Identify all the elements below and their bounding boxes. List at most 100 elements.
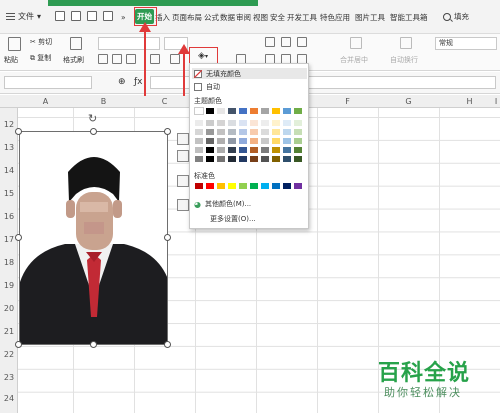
tab-smart-toolbox[interactable]: 智能工具箱 (390, 13, 428, 23)
align-middle-icon[interactable] (281, 37, 291, 47)
color-swatch[interactable] (250, 108, 258, 114)
resize-handle[interactable] (15, 341, 22, 348)
color-swatch[interactable] (283, 147, 291, 153)
color-swatch[interactable] (217, 120, 225, 126)
tab-special-apps[interactable]: 特色应用 (320, 13, 350, 23)
resize-handle[interactable] (15, 128, 22, 135)
row-header[interactable]: 20 (0, 304, 18, 313)
resize-handle[interactable] (164, 234, 171, 241)
color-swatch[interactable] (239, 138, 247, 144)
row-header[interactable]: 18 (0, 258, 18, 267)
column-header[interactable]: H (439, 97, 500, 106)
column-header[interactable]: F (317, 97, 378, 106)
row-header[interactable]: 14 (0, 166, 18, 175)
color-swatch[interactable] (195, 138, 203, 144)
color-swatch[interactable] (294, 138, 302, 144)
row-header[interactable]: 15 (0, 189, 18, 198)
format-painter-icon[interactable] (70, 37, 82, 50)
crop-icon[interactable] (177, 175, 189, 187)
color-swatch[interactable] (228, 120, 236, 126)
color-swatch[interactable] (228, 138, 236, 144)
color-swatch[interactable] (217, 138, 225, 144)
more-icon[interactable]: » (121, 13, 126, 23)
portrait-photo[interactable] (19, 131, 168, 345)
align-top-icon[interactable] (265, 37, 275, 47)
color-swatch[interactable] (194, 107, 204, 115)
save-icon[interactable] (55, 11, 65, 21)
resize-handle[interactable] (90, 341, 97, 348)
color-swatch[interactable] (283, 129, 291, 135)
color-swatch[interactable] (195, 183, 203, 189)
color-swatch[interactable] (217, 129, 225, 135)
merge-center-button[interactable]: 合并居中 (340, 55, 368, 65)
color-swatch[interactable] (217, 183, 225, 189)
zoom-in-icon[interactable] (177, 150, 189, 162)
more-colors-option[interactable]: ◕ 其他颜色(M)... (194, 199, 251, 209)
merge-center-icon[interactable] (350, 37, 362, 49)
color-swatch[interactable] (294, 120, 302, 126)
resize-handle[interactable] (15, 234, 22, 241)
color-swatch[interactable] (272, 138, 280, 144)
color-swatch[interactable] (239, 147, 247, 153)
color-swatch[interactable] (239, 120, 247, 126)
color-swatch[interactable] (250, 183, 258, 189)
column-header[interactable]: A (18, 97, 73, 106)
color-swatch[interactable] (228, 183, 236, 189)
tab-formulas[interactable]: 公式 (204, 13, 219, 23)
color-swatch[interactable] (261, 147, 269, 153)
color-swatch[interactable] (250, 156, 258, 162)
column-header[interactable]: B (73, 97, 134, 106)
tab-security[interactable]: 安全 (270, 13, 285, 23)
copy-button[interactable]: ⧉ 复制 (30, 53, 51, 63)
color-swatch[interactable] (217, 108, 225, 114)
color-swatch[interactable] (283, 108, 291, 114)
tab-picture-tools[interactable]: 图片工具 (355, 13, 385, 23)
color-swatch[interactable] (272, 129, 280, 135)
color-swatch[interactable] (250, 138, 258, 144)
color-swatch[interactable] (261, 129, 269, 135)
no-fill-option[interactable]: 无填充颜色 (192, 68, 307, 79)
color-swatch[interactable] (272, 120, 280, 126)
resize-handle[interactable] (90, 128, 97, 135)
color-swatch[interactable] (272, 183, 280, 189)
more-settings-option[interactable]: 更多设置(O)... (210, 214, 256, 224)
color-swatch[interactable] (283, 156, 291, 162)
color-swatch[interactable] (294, 129, 302, 135)
color-swatch[interactable] (228, 156, 236, 162)
color-swatch[interactable] (250, 147, 258, 153)
color-swatch[interactable] (261, 183, 269, 189)
color-swatch[interactable] (283, 138, 291, 144)
tab-data[interactable]: 数据 (220, 13, 235, 23)
color-swatch[interactable] (206, 108, 214, 114)
resize-handle[interactable] (164, 341, 171, 348)
color-swatch[interactable] (239, 156, 247, 162)
export-icon[interactable] (71, 11, 81, 21)
row-header[interactable]: 13 (0, 143, 18, 152)
column-header[interactable]: I (492, 97, 500, 106)
color-swatch[interactable] (195, 129, 203, 135)
color-swatch[interactable] (272, 108, 280, 114)
color-swatch[interactable] (239, 183, 247, 189)
number-format-select[interactable]: 常规 (435, 37, 497, 50)
color-swatch[interactable] (239, 108, 247, 114)
color-swatch[interactable] (239, 129, 247, 135)
underline-icon[interactable] (126, 54, 136, 64)
color-swatch[interactable] (294, 108, 302, 114)
tab-review[interactable]: 审阅 (236, 13, 251, 23)
color-swatch[interactable] (283, 120, 291, 126)
color-swatch[interactable] (261, 108, 269, 114)
print-icon[interactable] (87, 11, 97, 21)
color-swatch[interactable] (283, 183, 291, 189)
color-swatch[interactable] (228, 108, 236, 114)
row-header[interactable]: 21 (0, 327, 18, 336)
zoom-out-icon[interactable] (177, 133, 189, 145)
color-swatch[interactable] (261, 156, 269, 162)
row-header[interactable]: 19 (0, 281, 18, 290)
tab-developer[interactable]: 开发工具 (287, 13, 317, 23)
color-swatch[interactable] (195, 120, 203, 126)
row-header[interactable]: 16 (0, 212, 18, 221)
color-swatch[interactable] (261, 138, 269, 144)
color-swatch[interactable] (250, 120, 258, 126)
paste-button[interactable]: 粘贴 (4, 55, 18, 65)
color-swatch[interactable] (272, 147, 280, 153)
